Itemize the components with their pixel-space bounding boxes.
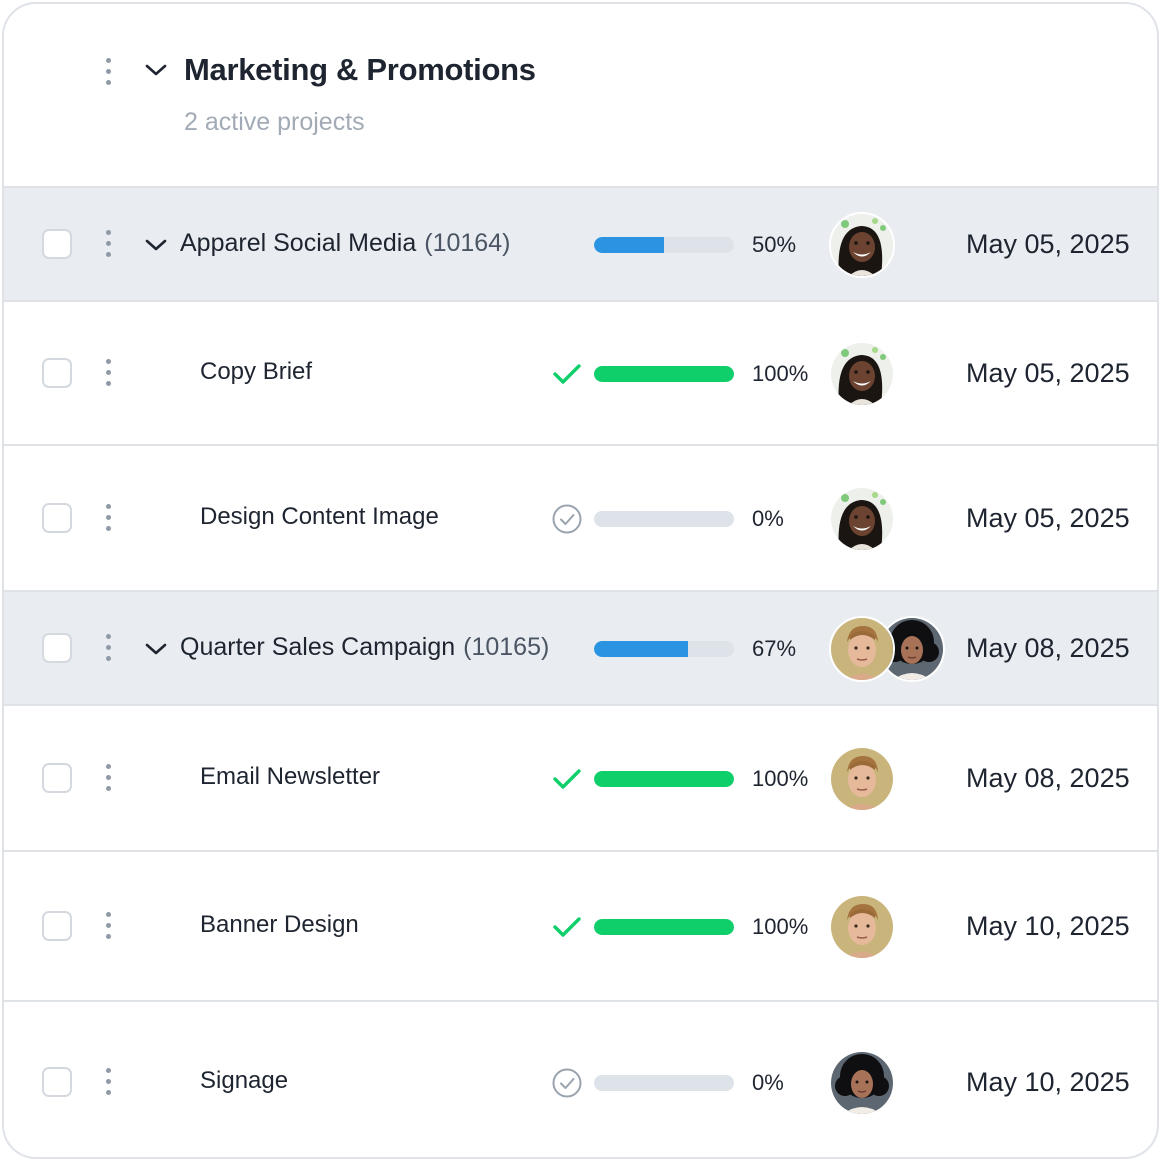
progress-bar	[594, 237, 734, 253]
progress-percent: 100%	[752, 766, 809, 791]
progress-bar	[594, 1074, 734, 1091]
progress-percent: 100%	[752, 914, 809, 939]
progress-percent: 67%	[752, 636, 797, 661]
project-group-row[interactable]: Quarter Sales Campaign (10165) 67% May 08,…	[4, 590, 1157, 704]
chevron-down-icon[interactable]	[144, 237, 168, 253]
task-row[interactable]: Design Content Image 0% May 05, 2025	[4, 444, 1157, 590]
check-icon	[553, 917, 581, 937]
project-title: Quarter Sales Campaign	[180, 633, 456, 661]
task-name[interactable]: Signage	[200, 1067, 288, 1095]
check-circle-icon[interactable]	[551, 503, 583, 535]
man-avatar[interactable]	[829, 746, 895, 812]
project-code: (10164)	[424, 229, 511, 257]
progress-bar	[594, 919, 734, 935]
progress-bar	[594, 771, 734, 787]
progress-bar	[594, 641, 734, 657]
project-code: (10165)	[463, 633, 550, 661]
section-title: Marketing & Promotions	[184, 52, 536, 87]
progress-fill	[594, 641, 688, 657]
progress-percent: 50%	[752, 232, 797, 257]
chevron-down-icon[interactable]	[144, 641, 168, 657]
progress-fill	[594, 771, 734, 787]
row-menu-icon[interactable]	[106, 230, 112, 263]
project-title: Apparel Social Media	[180, 229, 417, 257]
task-name[interactable]: Copy Brief	[200, 358, 312, 386]
girl-avatar[interactable]	[829, 341, 895, 407]
progress-percent: 0%	[752, 1069, 784, 1095]
section-header: Marketing & Promotions 2 active projects	[4, 4, 1157, 186]
task-name[interactable]: Email Newsletter	[200, 763, 380, 791]
row-checkbox[interactable]	[42, 503, 72, 533]
due-date: May 05, 2025	[966, 503, 1130, 533]
section-menu-icon[interactable]	[106, 58, 112, 91]
task-row[interactable]: Banner Design 100% May 10, 2025	[4, 850, 1157, 1000]
project-name[interactable]: Quarter Sales Campaign (10165)	[180, 633, 549, 662]
check-icon	[553, 364, 581, 384]
project-list-card: Marketing & Promotions 2 active projects…	[2, 2, 1159, 1159]
row-checkbox[interactable]	[42, 911, 72, 941]
row-menu-icon[interactable]	[106, 504, 112, 537]
due-date: May 05, 2025	[966, 358, 1130, 388]
row-menu-icon[interactable]	[106, 1067, 112, 1101]
due-date: May 08, 2025	[966, 633, 1130, 663]
row-checkbox[interactable]	[42, 633, 72, 663]
progress-bar	[594, 511, 734, 527]
progress-fill	[594, 237, 664, 253]
man-avatar[interactable]	[829, 616, 895, 682]
check-circle-icon[interactable]	[551, 1067, 583, 1099]
row-menu-icon[interactable]	[106, 912, 112, 945]
task-name[interactable]: Banner Design	[200, 911, 359, 939]
check-icon	[553, 769, 581, 789]
progress-fill	[594, 919, 734, 935]
progress-percent: 100%	[752, 361, 809, 386]
progress-percent: 0%	[752, 506, 784, 531]
progress-fill	[594, 366, 734, 382]
girl-avatar[interactable]	[829, 212, 895, 278]
project-name[interactable]: Apparel Social Media (10164)	[180, 229, 510, 258]
due-date: May 10, 2025	[966, 911, 1130, 941]
man-avatar[interactable]	[829, 894, 895, 960]
row-menu-icon[interactable]	[106, 764, 112, 797]
row-checkbox[interactable]	[42, 1066, 72, 1097]
section-subtitle: 2 active projects	[184, 108, 365, 136]
due-date: May 05, 2025	[966, 229, 1130, 259]
progress-bar	[594, 366, 734, 382]
girl-avatar[interactable]	[829, 486, 895, 552]
task-name[interactable]: Design Content Image	[200, 503, 439, 531]
due-date: May 08, 2025	[966, 763, 1130, 793]
row-checkbox[interactable]	[42, 358, 72, 388]
due-date: May 10, 2025	[966, 1066, 1130, 1097]
task-row[interactable]: Signage 0% May 10, 2025	[4, 1000, 1157, 1157]
task-row[interactable]: Email Newsletter 100% May 08, 2025	[4, 704, 1157, 850]
row-menu-icon[interactable]	[106, 359, 112, 392]
row-checkbox[interactable]	[42, 229, 72, 259]
woman-avatar[interactable]	[829, 1049, 895, 1116]
project-group-row[interactable]: Apparel Social Media (10164) 50% May 05, 2…	[4, 186, 1157, 300]
task-row[interactable]: Copy Brief 100% May 05, 2025	[4, 300, 1157, 444]
row-checkbox[interactable]	[42, 763, 72, 793]
row-menu-icon[interactable]	[106, 634, 112, 667]
chevron-down-icon[interactable]	[144, 62, 168, 78]
